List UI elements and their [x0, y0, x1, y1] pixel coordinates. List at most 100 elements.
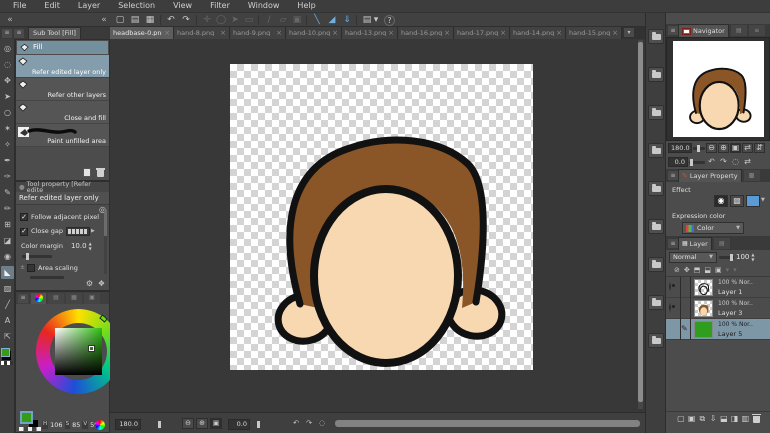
area-scaling-row[interactable]: ± . Area scaling [20, 264, 109, 272]
panel-menu2-icon[interactable]: ≡ [14, 29, 24, 38]
tab-sub-tool[interactable]: Sub Tool [Fill] [28, 27, 81, 39]
checkbox-unchecked-icon[interactable]: . [27, 264, 35, 272]
nav-flip-button[interactable]: ⇄ [742, 157, 753, 167]
nav-rotate-left-button[interactable]: ↶ [706, 157, 717, 167]
nav-fit-button[interactable]: ▣ [730, 143, 741, 153]
color-margin-value[interactable]: 10.0 [71, 243, 87, 250]
snap-to-ruler-button[interactable]: ╲ [310, 14, 324, 26]
tab-overflow-button[interactable]: ▾ [624, 28, 634, 37]
rotate-right-button[interactable]: ↷ [303, 418, 315, 429]
decoration-tool-icon[interactable]: ⊞ [1, 218, 14, 231]
new-file-button[interactable]: ▢ [113, 14, 127, 26]
doc-tab-headbase-0[interactable]: headbase-0.png*× [110, 27, 174, 39]
undo-button[interactable]: ↶ [164, 14, 178, 26]
collapse-left-panel-icon[interactable]: « [3, 14, 17, 26]
tab-subview[interactable]: ▤ [731, 25, 747, 36]
gradient-tool-icon[interactable]: ▨ [1, 282, 14, 295]
create-mask-button[interactable]: ◨ [730, 414, 740, 425]
redo-button[interactable]: ↷ [179, 14, 193, 26]
menu-layer[interactable]: Layer [69, 2, 109, 10]
tab-color-history[interactable]: ▣ [84, 293, 100, 304]
airbrush-tool-icon[interactable]: ✏ [1, 202, 14, 215]
delete-subtool-button[interactable] [97, 170, 104, 177]
foreground-color-swatch[interactable] [1, 348, 10, 357]
tab-navigator[interactable]: Navigator [678, 24, 729, 37]
zoom-value[interactable]: 180.0 [115, 419, 141, 430]
add-subtool-button[interactable] [83, 168, 91, 177]
lock-icon[interactable]: ⬒ [694, 267, 701, 274]
transfer-down-button[interactable]: ⇩ [708, 414, 718, 425]
close-icon[interactable]: × [332, 30, 338, 37]
dock-quick-access-icon[interactable] [648, 29, 664, 44]
checkbox-checked-icon[interactable]: ✓ [20, 228, 28, 236]
navigator-zoom-slider[interactable] [693, 147, 705, 150]
canvas-document[interactable] [230, 64, 533, 370]
close-gap-row[interactable]: ✓ Close gap ▶ [20, 227, 109, 236]
pencil-tool-icon[interactable]: ✑ [1, 170, 14, 183]
subtool-close-and-fill[interactable]: Close and fill [16, 101, 109, 124]
zoom-out-button[interactable]: ⊖ [182, 418, 194, 429]
follow-adjacent-pixel-row[interactable]: ✓ Follow adjacent pixel [20, 213, 109, 221]
menu-edit[interactable]: Edit [35, 2, 69, 10]
horizontal-scrollbar[interactable] [335, 420, 640, 427]
color-margin-slider[interactable] [22, 255, 52, 258]
menu-selection[interactable]: Selection [109, 2, 164, 10]
fit-to-screen-button[interactable]: ▣ [210, 418, 222, 429]
save-button[interactable]: ▦ [143, 14, 157, 26]
gear-icon[interactable]: ⚙ [86, 280, 93, 288]
layer-thumbnail[interactable] [694, 279, 713, 296]
tab-layer-search[interactable]: ▤ [714, 238, 730, 249]
border-effect-button[interactable]: ◉ [714, 195, 728, 207]
layer-thumbnail[interactable] [694, 321, 713, 338]
layer-row-5[interactable]: ✎ 100 % Nor.. Layer 5 [666, 319, 770, 340]
auto-select-tool-icon[interactable]: ✶ [1, 122, 14, 135]
nav-reset-rotation-button[interactable]: ◌ [730, 157, 741, 167]
saturation-value-square[interactable] [55, 328, 102, 375]
sv-selector-dot[interactable] [89, 346, 94, 351]
subtool-refer-edited[interactable]: Refer edited layer only [16, 55, 109, 78]
doc-tab-hand-10[interactable]: hand-10.png× [286, 27, 342, 39]
open-file-button[interactable]: ▤ [128, 14, 142, 26]
main-color-swatch[interactable] [20, 411, 33, 424]
canvas-area[interactable] [110, 39, 645, 412]
dock-material-pose-icon[interactable] [648, 257, 664, 272]
checkbox-checked-icon[interactable]: ✓ [20, 213, 28, 221]
close-icon[interactable]: × [220, 30, 226, 37]
dock-material-monochrome-icon[interactable] [648, 105, 664, 120]
tab-color-wheel[interactable] [31, 293, 46, 304]
swatch-strip-icon[interactable] [1, 361, 13, 365]
fill-tool-icon[interactable]: ◣ [1, 266, 14, 279]
nav-flip-h-button[interactable]: ⇄ [742, 143, 753, 153]
pen-tool-icon[interactable]: ✒ [1, 154, 14, 167]
rotation-value[interactable]: 0.0 [228, 419, 250, 430]
marquee-tool-icon[interactable]: ○ [1, 106, 14, 119]
zoom-tool-icon[interactable]: ◎ [1, 42, 14, 55]
navigator-rotation-slider[interactable] [689, 161, 705, 164]
text-tool-icon[interactable]: A [1, 314, 14, 327]
tab-color-set[interactable]: ▤ [48, 293, 64, 304]
navigator-rotation-value[interactable]: 0.0 [668, 157, 688, 168]
doc-tab-hand-13[interactable]: hand-13.png× [342, 27, 398, 39]
close-gap-level-widget[interactable] [66, 227, 90, 236]
dock-material-image-icon[interactable] [648, 181, 664, 196]
tab-layer[interactable]: ▦ Layer [678, 237, 712, 250]
close-icon[interactable]: × [612, 30, 618, 37]
tab-color-slider[interactable]: ▦ [66, 293, 82, 304]
tab-layer-property[interactable]: ✎ Layer Property [678, 169, 742, 182]
visibility-eye-icon[interactable] [669, 281, 671, 292]
color-wheel-icon[interactable] [95, 420, 105, 430]
close-icon[interactable]: × [164, 30, 170, 37]
lock-alpha-icon[interactable]: ⬓ [704, 267, 711, 274]
doc-tab-hand-14[interactable]: hand-14.png× [510, 27, 566, 39]
doc-tab-hand-17[interactable]: hand-17.png× [454, 27, 510, 39]
line-correct-tool-icon[interactable]: ⇱ [1, 330, 14, 343]
panel-menu-icon[interactable]: ≡ [2, 29, 12, 38]
doc-tab-hand-16[interactable]: hand-16.png× [398, 27, 454, 39]
opacity-slider[interactable] [719, 256, 734, 259]
doc-tab-hand-8[interactable]: hand-8.png× [174, 27, 230, 39]
snap-to-grid-button[interactable]: ⇓ [340, 14, 354, 26]
dock-material-download-icon[interactable] [648, 295, 664, 310]
tone-effect-button[interactable]: ▩ [730, 195, 744, 207]
panel-menu-icon[interactable]: ≡ [668, 171, 678, 180]
mask-icon[interactable]: ⊘ [674, 267, 680, 274]
